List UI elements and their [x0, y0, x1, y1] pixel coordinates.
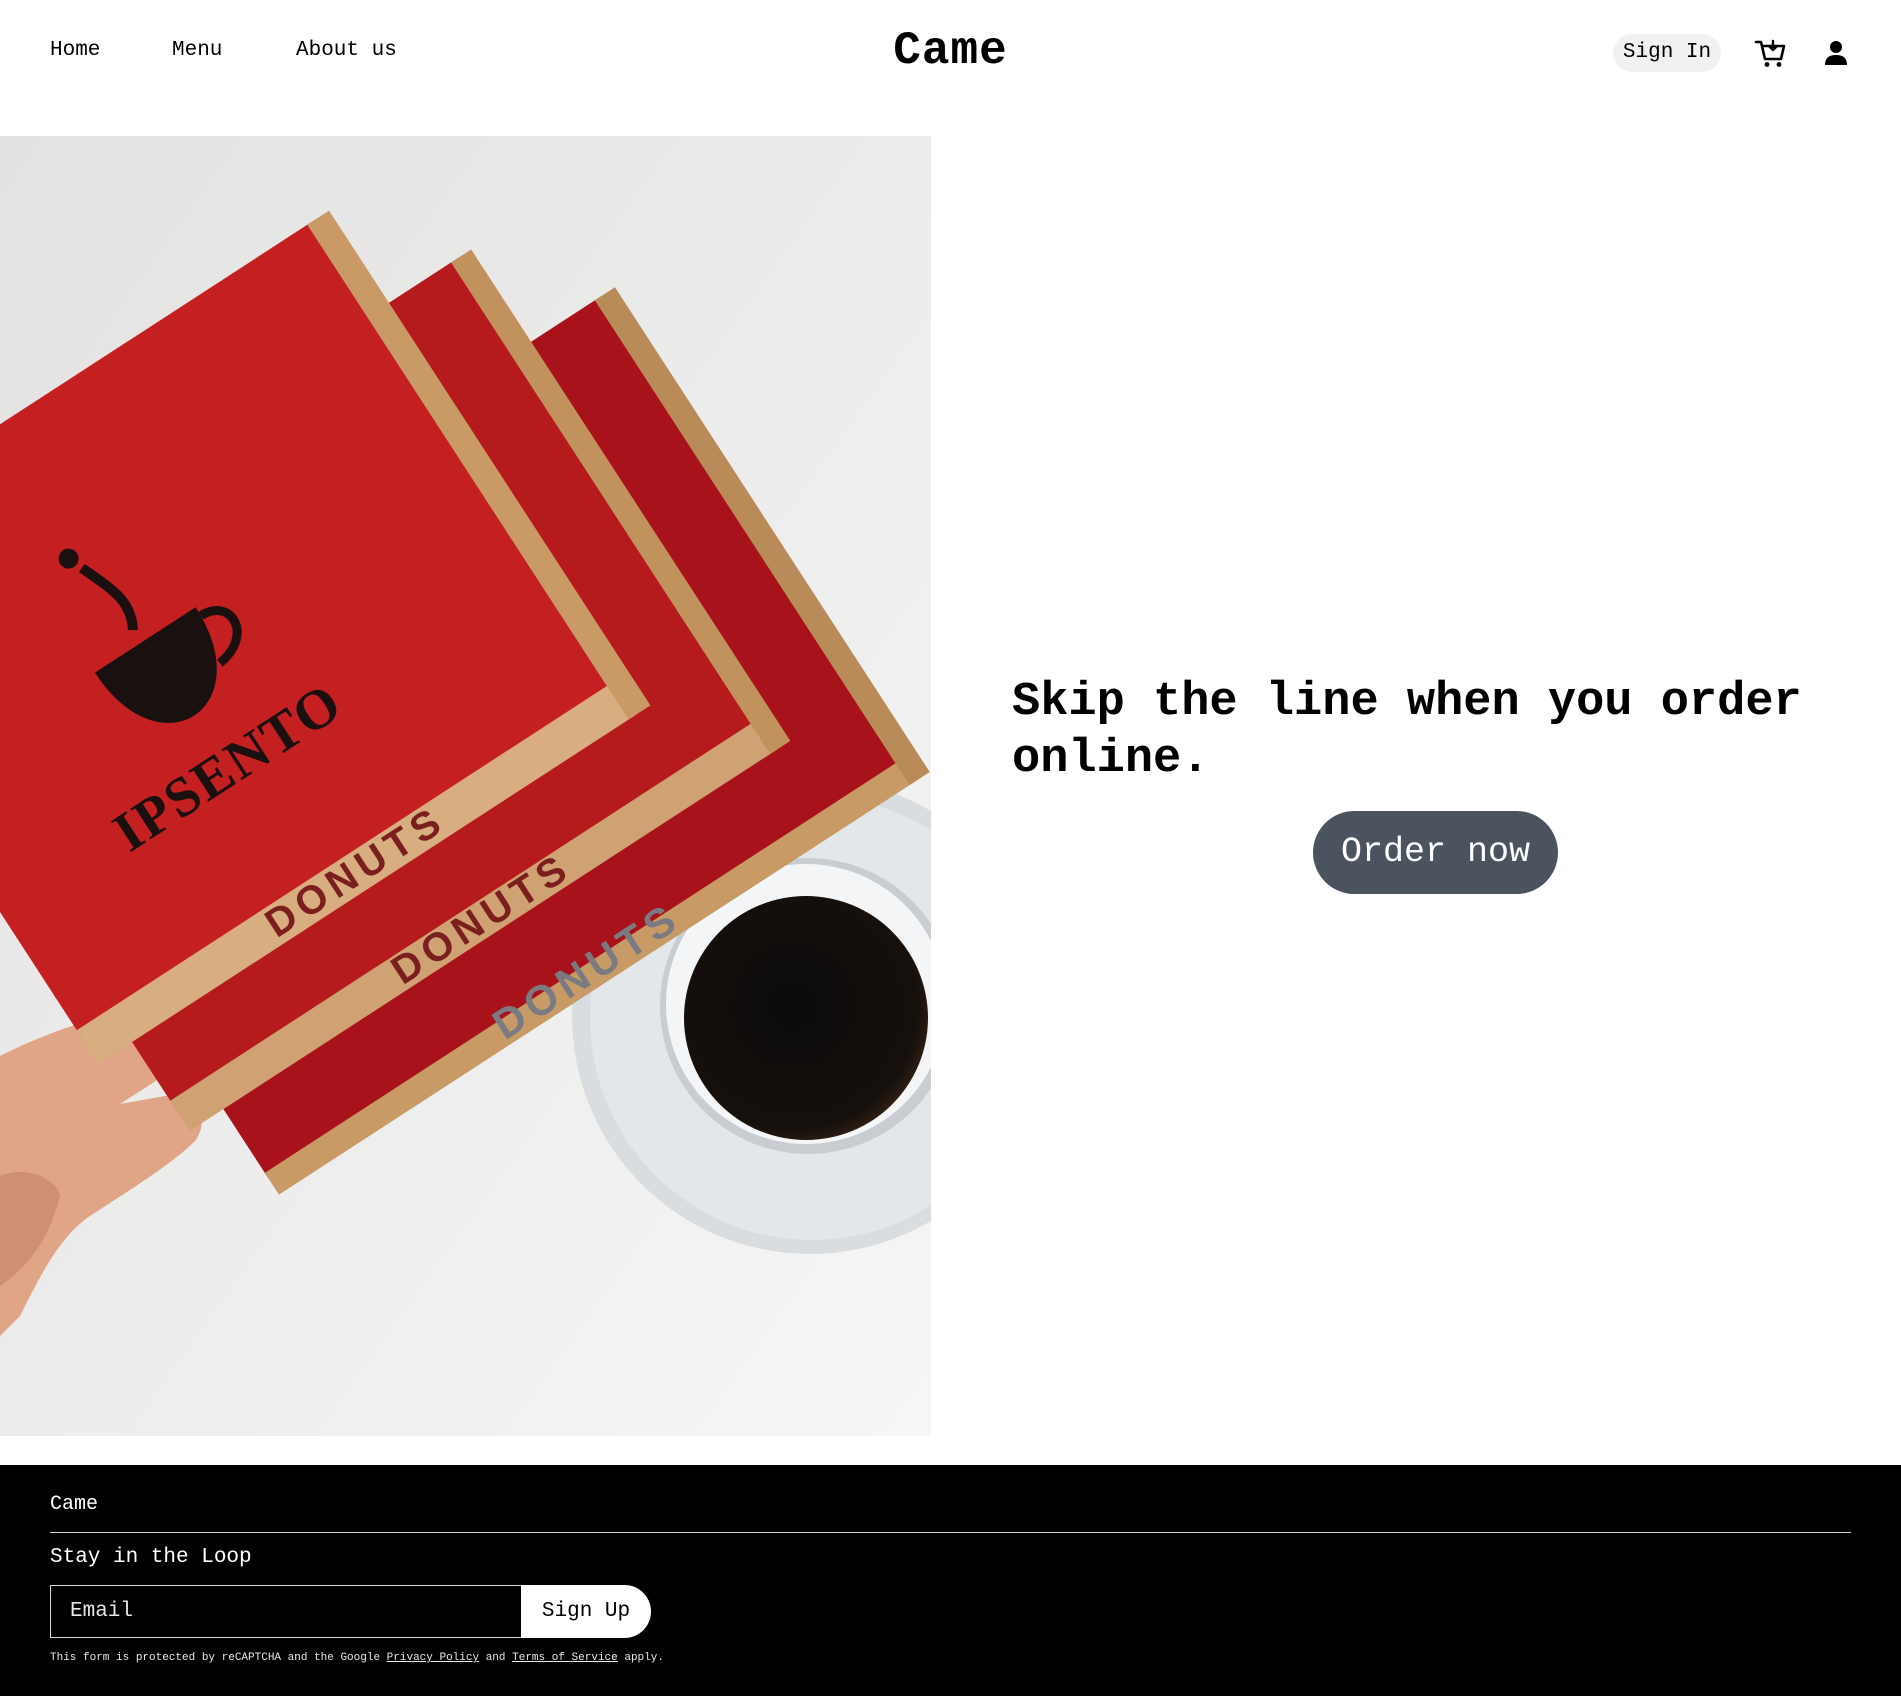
site-header: Home Menu About us Came Sign In — [0, 0, 1901, 104]
person-icon[interactable] — [1824, 40, 1848, 71]
recaptcha-notice: This form is protected by reCAPTCHA and … — [50, 1651, 664, 1665]
footer-divider — [50, 1532, 1851, 1533]
order-now-button[interactable]: Order now — [1313, 811, 1558, 894]
legal-prefix: This form is protected by reCAPTCHA and … — [50, 1652, 381, 1664]
footer-brand[interactable]: Came — [50, 1493, 98, 1517]
cart-icon[interactable] — [1754, 37, 1786, 74]
email-field[interactable] — [50, 1585, 522, 1638]
privacy-policy-link[interactable]: Privacy Policy — [387, 1652, 479, 1664]
legal-suffix: apply. — [624, 1652, 664, 1664]
site-footer: Came Stay in the Loop Sign Up This form … — [0, 1465, 1901, 1696]
terms-of-service-link[interactable]: Terms of Service — [512, 1652, 618, 1664]
sign-in-button[interactable]: Sign In — [1613, 34, 1721, 72]
legal-and: and — [485, 1652, 506, 1664]
hero-headline: Skip the line when you order online. — [1012, 676, 1802, 786]
newsletter-title: Stay in the Loop — [50, 1546, 252, 1569]
hero-image: DONUTS DONUTS DONUTS IPSENTO — [0, 136, 931, 1436]
hero-photo-illustration: DONUTS DONUTS DONUTS IPSENTO — [0, 136, 931, 1436]
sign-up-button[interactable]: Sign Up — [521, 1585, 651, 1638]
